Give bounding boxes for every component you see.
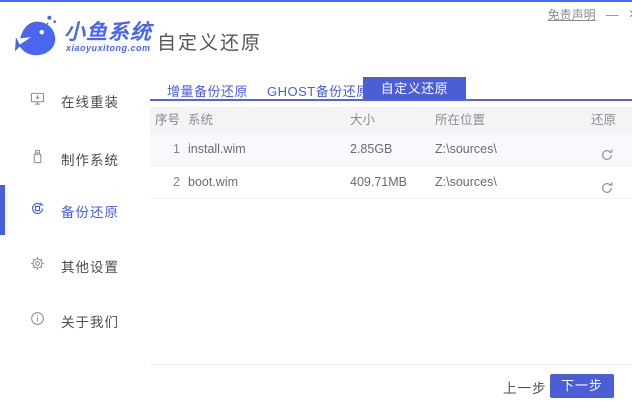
next-step-button[interactable]: 下一步 [550, 374, 614, 398]
backup-restore-icon [30, 201, 45, 221]
gear-icon [30, 256, 45, 276]
sidebar-active-indicator [0, 185, 5, 235]
column-header-restore: 还原 [590, 113, 616, 127]
cell-location: Z:\sources\ [435, 175, 497, 189]
page-title: 自定义还原 [157, 33, 263, 54]
cell-index: 2 [173, 175, 180, 189]
table-row[interactable]: 1 install.wim 2.85GB Z:\sources\ [150, 133, 632, 166]
close-button[interactable]: × [629, 6, 632, 22]
sidebar-item-label: 备份还原 [61, 205, 119, 220]
brand-domain: xiaoyuxitong.com [66, 43, 151, 53]
fish-logo-icon [13, 13, 59, 64]
monitor-reinstall-icon [30, 91, 45, 111]
sidebar-item-label: 制作系统 [61, 153, 119, 168]
restore-refresh-icon[interactable] [600, 175, 614, 193]
titlebar-controls: 免责声明 — × [548, 6, 632, 23]
tab-custom-restore[interactable]: 自定义还原 [363, 77, 466, 100]
cell-size: 409.71MB [350, 175, 407, 189]
sidebar-item-make-system[interactable]: 制作系统 [30, 149, 119, 169]
previous-step-button[interactable]: 上一步 [503, 377, 547, 397]
cell-system: install.wim [188, 142, 246, 156]
disclaimer-link[interactable]: 免责声明 [548, 6, 596, 23]
sidebar-item-other-settings[interactable]: 其他设置 [30, 256, 119, 276]
app-window: 免责声明 — × 小鱼系统 xiaoyuxitong.com 自定义还原 在线重… [0, 0, 632, 402]
tab-underline [150, 99, 632, 101]
brand-name: 小鱼系统 [64, 21, 152, 44]
restore-refresh-icon[interactable] [600, 142, 614, 160]
usb-drive-icon [30, 149, 45, 169]
cell-index: 1 [173, 142, 180, 156]
sidebar-item-online-reinstall[interactable]: 在线重装 [30, 91, 119, 111]
footer-divider [150, 364, 632, 365]
sidebar-item-about-us[interactable]: 关于我们 [30, 311, 119, 331]
column-header-system: 系统 [188, 113, 214, 127]
tab-incremental-backup-restore[interactable]: 增量备份还原 [167, 81, 248, 100]
cell-system: boot.wim [188, 175, 239, 189]
minimize-button[interactable]: — [606, 7, 619, 22]
column-header-size: 大小 [350, 113, 376, 127]
table-header-row: 序号 系统 大小 所在位置 还原 [150, 107, 632, 133]
sidebar-item-backup-restore[interactable]: 备份还原 [30, 201, 119, 221]
table-row[interactable]: 2 boot.wim 409.71MB Z:\sources\ [150, 166, 632, 199]
sidebar-item-label: 在线重装 [61, 95, 119, 110]
cell-size: 2.85GB [350, 142, 393, 156]
sidebar-item-label: 关于我们 [61, 315, 119, 330]
column-header-index: 序号 [154, 113, 180, 127]
cell-location: Z:\sources\ [435, 142, 497, 156]
column-header-location: 所在位置 [435, 113, 486, 127]
tab-ghost-backup-restore[interactable]: GHOST备份还原 [267, 81, 370, 100]
sidebar-item-label: 其他设置 [61, 260, 119, 275]
info-icon [30, 311, 45, 331]
